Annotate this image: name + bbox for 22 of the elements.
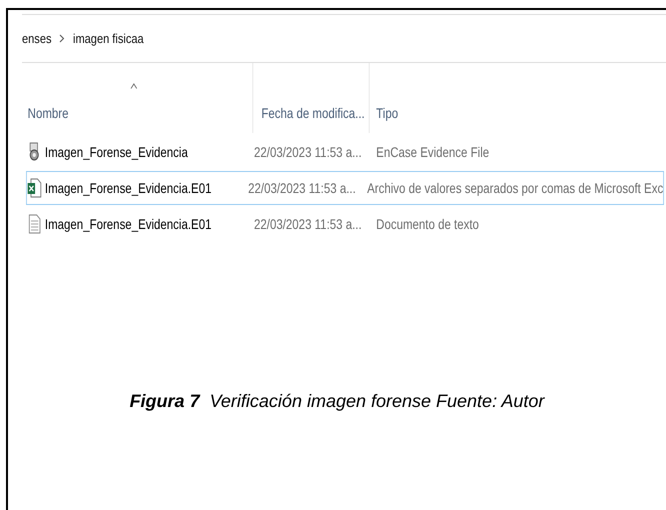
file-name: Imagen_Forense_Evidencia.E01 (44, 180, 212, 196)
type-cell: EnCase Evidence File (376, 144, 490, 160)
date-cell-text: 22/03/2023 11:53 a... (254, 216, 363, 232)
type-cell: Documento de texto (376, 216, 479, 232)
figure-caption: Figura 7 Verificación imagen forense Fuente: Autor (130, 391, 544, 412)
file-row[interactable]: Imagen_Forense_Evidencia.E01 22/03/2023 11:53 a... Archivo de valores separados por comas de Microsoft Exc (26, 171, 664, 205)
sort-caret-icon (130, 83, 138, 89)
column-header[interactable]: Fecha de modifica... (253, 63, 370, 133)
file-row[interactable]: Imagen_Forense_Evidencia 22/03/2023 11:53 a... EnCase Evidence File (26, 135, 664, 169)
column-header[interactable]: Tipo (370, 63, 398, 133)
text-file-icon (26, 214, 42, 234)
breadcrumb-item[interactable]: enses (22, 31, 52, 46)
date-cell-text: 22/03/2023 11:53 a... (248, 180, 357, 196)
column-header[interactable]: Nombre (8, 63, 254, 133)
file-name: Imagen_Forense_Evidencia.E01 (44, 216, 212, 232)
date-cell-text: 22/03/2023 11:53 a... (254, 144, 363, 160)
chevron-icon (58, 34, 65, 43)
file-name: Imagen_Forense_Evidencia (44, 144, 188, 160)
breadcrumb-item[interactable]: imagen fisicaa (72, 31, 144, 46)
type-cell: Archivo de valores separados por comas de Microsoft Exc (367, 180, 664, 196)
file-row[interactable]: Imagen_Forense_Evidencia.E01 22/03/2023 11:53 a... Documento de texto (26, 207, 664, 241)
spreadsheet-icon (26, 178, 42, 198)
